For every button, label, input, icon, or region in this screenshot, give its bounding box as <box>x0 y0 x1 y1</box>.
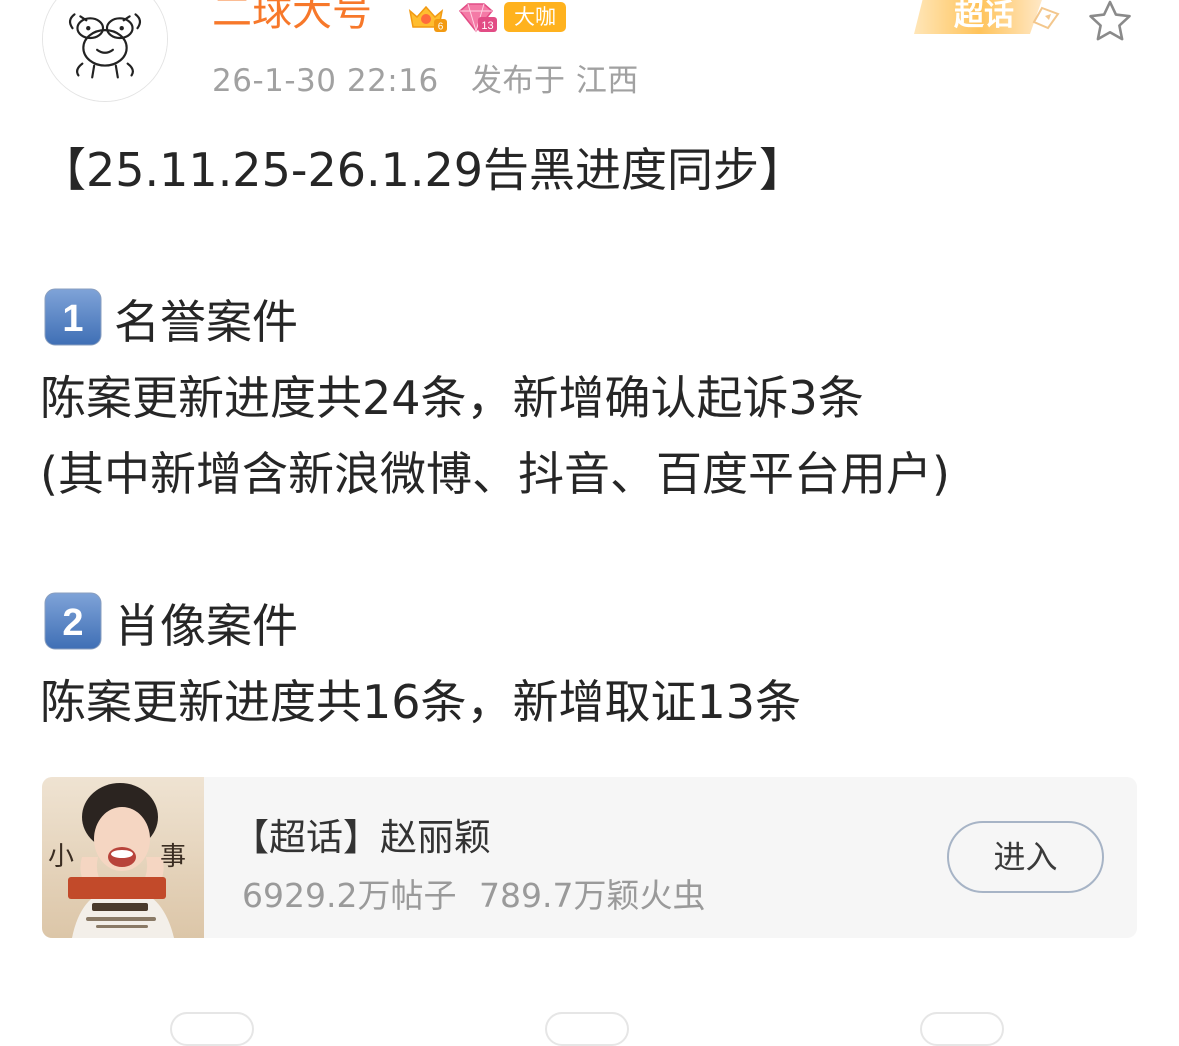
section-2-line-1: 陈案更新进度共16条，新增取证13条 <box>40 675 802 729</box>
svg-text:1: 1 <box>62 298 83 340</box>
svg-text:小: 小 <box>48 842 74 872</box>
section-1-title: 名誉案件 <box>114 295 298 349</box>
section-2-title-row: 2 肖像案件 <box>40 588 1150 664</box>
drama-poster-thumbnail: 小 事 <box>42 777 204 938</box>
diamond-level: 13 <box>481 20 493 32</box>
like-button[interactable] <box>920 1012 1004 1046</box>
supertopic-tag-label: 超话 <box>954 0 1014 33</box>
daka-badge[interactable]: 大咖 <box>504 2 566 32</box>
section-1-title-row: 1 名誉案件 <box>40 284 1150 360</box>
diamond-badge-icon[interactable]: 13 <box>454 1 498 33</box>
vip-level: 6 <box>438 22 444 33</box>
section-1-line-1: 陈案更新进度共24条，新增确认起诉3条 <box>40 371 864 425</box>
supertopic-fan-count: 789.7万颖火虫 <box>478 876 706 915</box>
svg-text:2: 2 <box>62 602 83 644</box>
svg-text:事: 事 <box>160 842 186 872</box>
keycap-2-icon: 2 <box>44 592 102 650</box>
post-heading: 【25.11.25-26.1.29告黑进度同步】 <box>40 143 806 197</box>
post-timestamp: 26-1-30 22:16 <box>212 63 439 99</box>
author-badges: 6 13 大咖 <box>404 0 566 34</box>
supertopic-stats: 6929.2万帖子 789.7万颖火虫 <box>242 869 705 917</box>
post-meta: 26-1-30 22:16 发布于 江西 <box>212 55 639 100</box>
supertopic-card[interactable]: 小 事 【超话】赵丽颖 6929.2万帖子 789.7万颖火虫 进入 <box>42 777 1137 938</box>
repost-button[interactable] <box>170 1012 254 1046</box>
section-1-line-2: (其中新增含新浪微博、抖音、百度平台用户) <box>40 447 950 501</box>
post-location: 发布于 江西 <box>471 63 639 99</box>
comment-button[interactable] <box>545 1012 629 1046</box>
enter-supertopic-button[interactable]: 进入 <box>947 821 1104 893</box>
post-content: 【25.11.25-26.1.29告黑进度同步】 1 名誉案件 陈案更新进度共2… <box>40 132 1150 740</box>
author-name[interactable]: 二球大号 <box>212 0 372 40</box>
vip-crown-badge-icon[interactable]: 6 <box>404 1 448 33</box>
author-avatar[interactable] <box>42 0 168 102</box>
supertopic-title[interactable]: 【超话】赵丽颖 <box>232 807 491 861</box>
star-outline-icon[interactable] <box>1086 0 1134 46</box>
supertopic-tag-button[interactable]: 超话 <box>914 0 1070 46</box>
supertopic-post-count: 6929.2万帖子 <box>242 876 457 915</box>
keycap-1-icon: 1 <box>44 288 102 346</box>
section-2-title: 肖像案件 <box>114 599 298 653</box>
